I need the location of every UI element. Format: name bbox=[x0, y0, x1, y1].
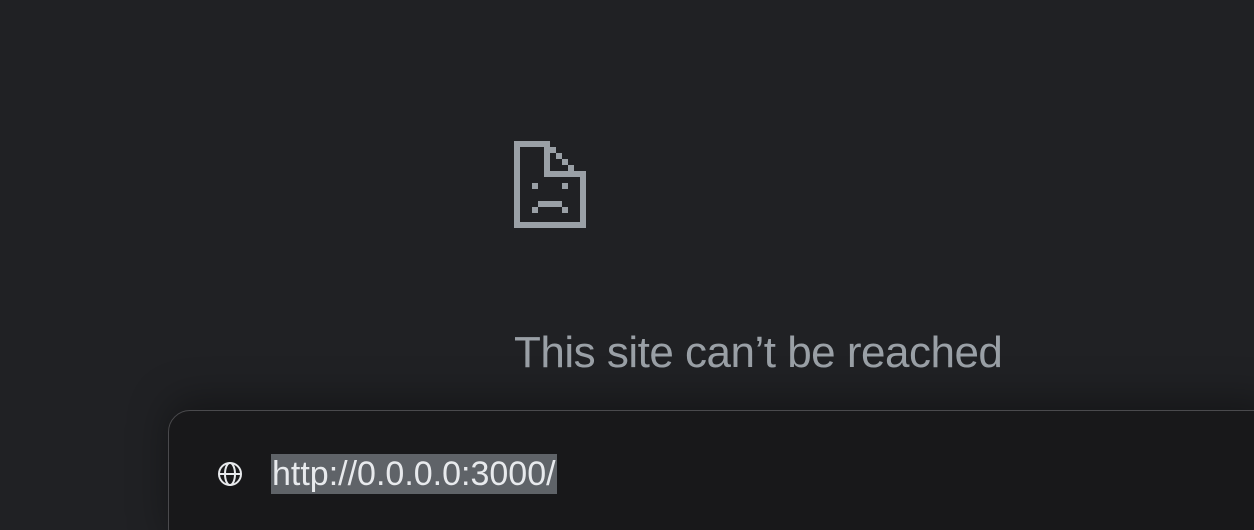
browser-error-page: This site can’t be reached http://0.0.0.… bbox=[0, 0, 1254, 530]
sad-document-icon bbox=[514, 141, 586, 228]
url-input[interactable]: http://0.0.0.0:3000/ bbox=[271, 454, 557, 494]
globe-icon bbox=[217, 461, 243, 487]
error-title: This site can’t be reached bbox=[514, 328, 1003, 377]
omnibox[interactable]: http://0.0.0.0:3000/ bbox=[168, 410, 1254, 530]
